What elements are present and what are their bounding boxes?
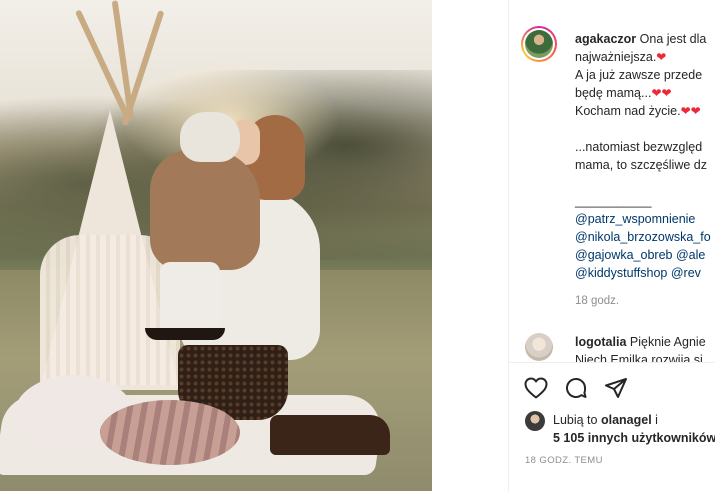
heart-emoji-icon: ❤ [661,86,672,100]
heart-emoji-icon: ❤ [656,50,667,64]
author-username[interactable]: agakaczor [575,32,636,46]
child-shoes [145,310,225,340]
caption-text: będę mamą... [575,86,652,100]
caption-separator: ___________ [575,194,652,208]
comments-list[interactable]: agakaczor Ona jest dla najważniejsza.❤ A… [509,0,715,362]
liker-avatar[interactable] [525,411,545,431]
caption-text: Kocham nad życie. [575,104,681,118]
heart-emoji-icon: ❤ [680,104,691,118]
heart-outline-icon[interactable] [523,375,549,401]
mother-boots [270,415,390,455]
commenter-username[interactable]: logotalia [575,335,626,349]
caption-text: mama, to szczęśliwe dz [575,158,707,172]
caption-text: Ona jest dla [639,32,707,46]
heart-emoji-icon: ❤ [651,86,662,100]
caption-text: najważniejsza. [575,50,657,64]
likes-suffix: i [655,413,658,427]
post-side-panel: agakaczor Ona jest dla najważniejsza.❤ A… [509,0,715,491]
likes-prefix: Lubią to [553,413,598,427]
caption-text: ...natomiast bezwzględ [575,140,703,154]
comment-text: Pięknie Agnie [629,335,706,349]
comment-text: Niech Emilka rozwija si [575,353,703,362]
post-actions: Lubią to olanagel i 5 105 innych użytkow… [509,362,715,491]
post-timestamp[interactable]: 18 GODZ. TEMU [525,455,603,466]
likes-line: Lubią to olanagel i [553,411,658,429]
caption-time[interactable]: 18 godz. [575,292,715,310]
commenter-avatar[interactable] [525,333,553,361]
liker-username[interactable]: olanagel [601,413,652,427]
author-avatar[interactable] [521,26,557,62]
shell-pillow [100,400,240,465]
mention-link[interactable]: @nikola_brzozowska_fo [575,228,715,246]
comment-bubble-icon[interactable] [563,375,589,401]
post-caption: agakaczor Ona jest dla najważniejsza.❤ A… [575,30,715,310]
heart-emoji-icon: ❤ [690,104,701,118]
mention-link[interactable]: @gajowka_obreb @ale [575,246,715,264]
paper-plane-icon[interactable] [603,375,629,401]
mention-link[interactable]: @kiddystuffshop @rev [575,264,715,282]
caption-text: A ja już zawsze przede [575,68,703,82]
likes-count-link[interactable]: 5 105 innych użytkowników [553,429,715,447]
mention-link[interactable]: @patrz_wspomnienie [575,210,715,228]
child-coat [150,150,260,270]
child-hat [180,112,240,162]
comment-item: logotalia Pięknie Agnie Niech Emilka roz… [575,333,715,362]
post-photo[interactable] [0,0,432,491]
